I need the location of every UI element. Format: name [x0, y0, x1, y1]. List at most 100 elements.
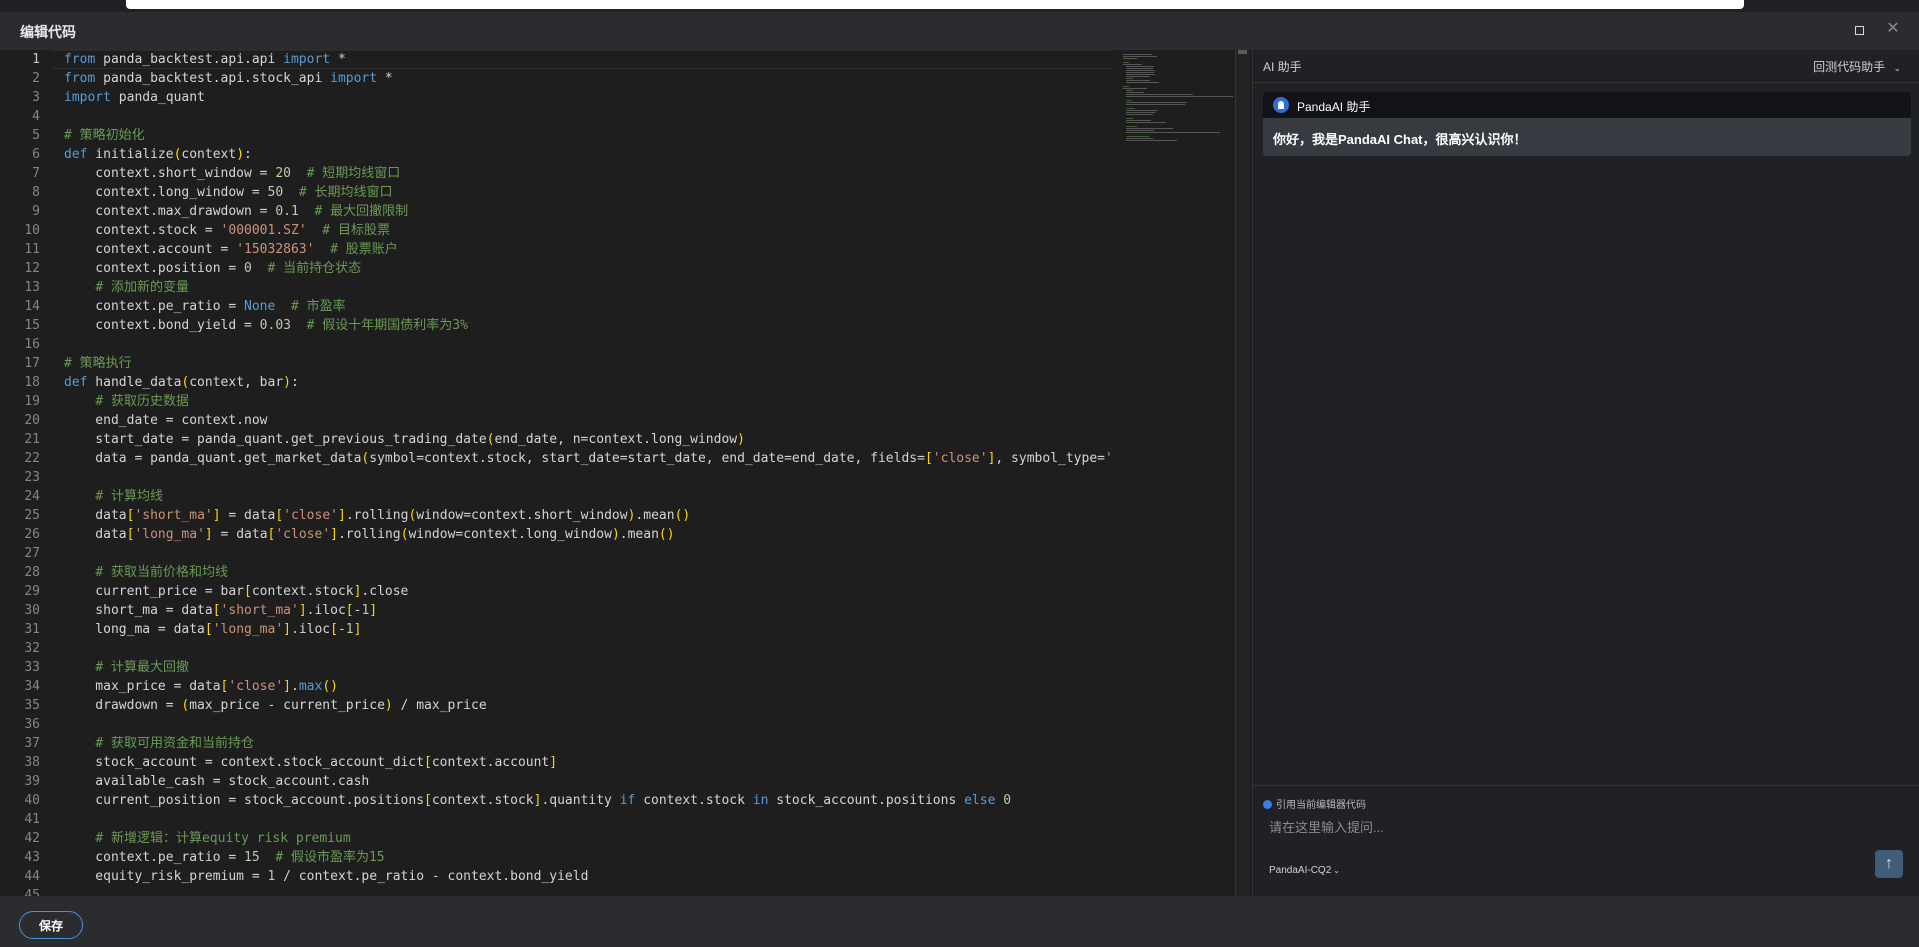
code-text[interactable]: end_date = context.now — [64, 411, 267, 430]
code-text[interactable]: data['short_ma'] = data['close'].rolling… — [64, 506, 690, 525]
code-text[interactable]: # 获取当前价格和均线 — [64, 563, 228, 582]
code-line[interactable]: 37 # 获取可用资金和当前持仓 — [0, 734, 1113, 753]
code-line[interactable]: 5 # 策略初始化 — [0, 126, 1113, 145]
code-line[interactable]: 9 context.max_drawdown = 0.1 # 最大回撤限制 — [0, 202, 1113, 221]
code-line[interactable]: 36 — [0, 715, 1113, 734]
code-line[interactable]: 32 — [0, 639, 1113, 658]
code-line[interactable]: 4 — [0, 107, 1113, 126]
code-line[interactable]: 3 import panda_quant — [0, 88, 1113, 107]
code-line[interactable]: 38 stock_account = context.stock_account… — [0, 753, 1113, 772]
code-line[interactable]: 26 data['long_ma'] = data['close'].rolli… — [0, 525, 1113, 544]
code-line[interactable]: 13 # 添加新的变量 — [0, 278, 1113, 297]
code-text[interactable]: current_price = bar[context.stock].close — [64, 582, 408, 601]
code-text[interactable]: # 获取可用资金和当前持仓 — [64, 734, 254, 753]
code-line[interactable]: 19 # 获取历史数据 — [0, 392, 1113, 411]
code-area[interactable]: 1 from panda_backtest.api.api import * 2 fr… — [0, 50, 1113, 896]
code-line[interactable]: 34 max_price = data['close'].max() — [0, 677, 1113, 696]
code-text[interactable]: long_ma = data['long_ma'].iloc[-1] — [64, 620, 361, 639]
code-text[interactable]: context.stock = '000001.SZ' # 目标股票 — [64, 221, 390, 240]
code-line[interactable]: 41 — [0, 810, 1113, 829]
code-text[interactable]: # 策略执行 — [64, 354, 132, 373]
code-text[interactable]: def handle_data(context, bar): — [64, 373, 299, 392]
code-line[interactable]: 28 # 获取当前价格和均线 — [0, 563, 1113, 582]
code-line[interactable]: 18 def handle_data(context, bar): — [0, 373, 1113, 392]
code-text[interactable]: context.account = '15032863' # 股票账户 — [64, 240, 397, 259]
code-line[interactable]: 12 context.position = 0 # 当前持仓状态 — [0, 259, 1113, 278]
assistant-mode-select[interactable]: 回测代码助手 ⌄ — [1813, 58, 1901, 75]
reference-editor-code-toggle[interactable]: 引用当前编辑器代码 — [1263, 796, 1366, 811]
code-text[interactable]: start_date = panda_quant.get_previous_tr… — [64, 430, 745, 449]
code-text[interactable]: import panda_quant — [64, 88, 205, 107]
code-line[interactable]: 10 context.stock = '000001.SZ' # 目标股票 — [0, 221, 1113, 240]
code-text[interactable]: context.bond_yield = 0.03 # 假设十年期国债利率为3% — [64, 316, 468, 335]
code-text[interactable]: from panda_backtest.api.api import * — [64, 50, 346, 69]
code-line[interactable]: 42 # 新增逻辑：计算equity risk premium — [0, 829, 1113, 848]
model-select[interactable]: PandaAI-CQ2 ⌄ — [1269, 865, 1340, 876]
minimap[interactable] — [1113, 50, 1235, 896]
code-line[interactable]: 11 context.account = '15032863' # 股票账户 — [0, 240, 1113, 259]
code-line[interactable]: 33 # 计算最大回撤 — [0, 658, 1113, 677]
code-line[interactable]: 2 from panda_backtest.api.stock_api impor… — [0, 69, 1113, 88]
code-text[interactable]: data['long_ma'] = data['close'].rolling(… — [64, 525, 674, 544]
code-text[interactable]: def initialize(context): — [64, 145, 252, 164]
code-text[interactable]: available_cash = stock_account.cash — [64, 772, 369, 791]
minimap-line — [1123, 86, 1129, 87]
send-button[interactable]: ↑ — [1875, 850, 1903, 878]
code-text[interactable]: # 添加新的变量 — [64, 278, 189, 297]
code-editor[interactable]: 1 from panda_backtest.api.api import * 2 fr… — [0, 50, 1252, 896]
code-text[interactable]: context.pe_ratio = None # 市盈率 — [64, 297, 345, 316]
code-text[interactable]: # 获取历史数据 — [64, 392, 189, 411]
code-text[interactable]: # 策略初始化 — [64, 126, 145, 145]
code-text[interactable]: context.short_window = 20 # 短期均线窗口 — [64, 164, 400, 183]
code-text[interactable]: data = panda_quant.get_market_data(symbo… — [64, 449, 1113, 468]
code-line[interactable]: 15 context.bond_yield = 0.03 # 假设十年期国债利率… — [0, 316, 1113, 335]
code-line[interactable]: 16 — [0, 335, 1113, 354]
code-text[interactable]: short_ma = data['short_ma'].iloc[-1] — [64, 601, 377, 620]
code-line[interactable]: 21 start_date = panda_quant.get_previous… — [0, 430, 1113, 449]
code-text[interactable]: context.long_window = 50 # 长期均线窗口 — [64, 183, 392, 202]
code-line[interactable]: 14 context.pe_ratio = None # 市盈率 — [0, 297, 1113, 316]
code-text[interactable]: context.pe_ratio = 15 # 假设市盈率为15 — [64, 848, 384, 867]
code-text[interactable]: # 计算均线 — [64, 487, 163, 506]
reference-toggle-icon[interactable] — [1263, 800, 1272, 809]
code-line[interactable]: 1 from panda_backtest.api.api import * — [0, 50, 1113, 69]
close-icon[interactable]: ✕ — [1885, 21, 1901, 37]
code-text[interactable]: context.position = 0 # 当前持仓状态 — [64, 259, 361, 278]
code-line[interactable]: 6 def initialize(context): — [0, 145, 1113, 164]
code-line[interactable]: 27 — [0, 544, 1113, 563]
code-line[interactable]: 7 context.short_window = 20 # 短期均线窗口 — [0, 164, 1113, 183]
chevron-down-icon: ⌄ — [1333, 866, 1340, 875]
code-text[interactable]: stock_account = context.stock_account_di… — [64, 753, 557, 772]
code-line[interactable]: 35 drawdown = (max_price - current_price… — [0, 696, 1113, 715]
maximize-icon[interactable] — [1855, 26, 1864, 35]
code-text[interactable]: current_position = stock_account.positio… — [64, 791, 1011, 810]
code-text[interactable]: drawdown = (max_price - current_price) /… — [64, 696, 486, 715]
code-line[interactable]: 8 context.long_window = 50 # 长期均线窗口 — [0, 183, 1113, 202]
code-line[interactable]: 20 end_date = context.now — [0, 411, 1113, 430]
code-line[interactable]: 43 context.pe_ratio = 15 # 假设市盈率为15 — [0, 848, 1113, 867]
code-line[interactable]: 22 data = panda_quant.get_market_data(sy… — [0, 449, 1113, 468]
code-line[interactable]: 17 # 策略执行 — [0, 354, 1113, 373]
code-line[interactable]: 44 equity_risk_premium = 1 / context.pe_… — [0, 867, 1113, 886]
vertical-scrollbar[interactable] — [1235, 50, 1250, 896]
code-line[interactable]: 30 short_ma = data['short_ma'].iloc[-1] — [0, 601, 1113, 620]
code-line[interactable]: 25 data['short_ma'] = data['close'].roll… — [0, 506, 1113, 525]
code-text[interactable]: # 计算最大回撤 — [64, 658, 189, 677]
code-line[interactable]: 24 # 计算均线 — [0, 487, 1113, 506]
code-line[interactable]: 31 long_ma = data['long_ma'].iloc[-1] — [0, 620, 1113, 639]
code-text[interactable]: context.max_drawdown = 0.1 # 最大回撤限制 — [64, 202, 408, 221]
line-number: 25 — [24, 508, 40, 523]
code-text[interactable]: # 新增逻辑：计算equity risk premium — [64, 829, 350, 848]
code-line[interactable]: 39 available_cash = stock_account.cash — [0, 772, 1113, 791]
scrollbar-thumb[interactable] — [1238, 50, 1247, 54]
code-line[interactable]: 23 — [0, 468, 1113, 487]
code-line[interactable]: 29 current_price = bar[context.stock].cl… — [0, 582, 1113, 601]
code-text[interactable]: equity_risk_premium = 1 / context.pe_rat… — [64, 867, 588, 886]
code-line[interactable]: 45 — [0, 886, 1113, 896]
code-text[interactable]: from panda_backtest.api.stock_api import… — [64, 69, 393, 88]
chat-input[interactable]: 请在这里输入提问... — [1269, 817, 1384, 836]
code-line[interactable]: 40 current_position = stock_account.posi… — [0, 791, 1113, 810]
save-button[interactable]: 保存 — [19, 911, 83, 939]
code-text[interactable]: max_price = data['close'].max() — [64, 677, 338, 696]
minimap-line — [1123, 64, 1143, 65]
